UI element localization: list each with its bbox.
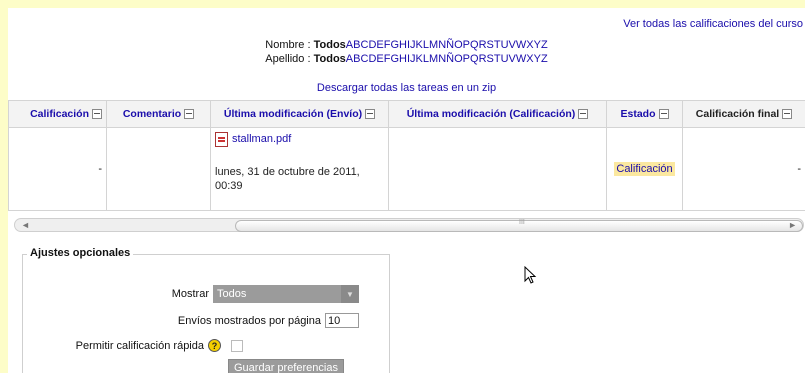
letter-filter-S[interactable]: S bbox=[487, 53, 494, 65]
last-name-label: Apellido : bbox=[265, 53, 311, 65]
column-header-comment[interactable]: Comentario bbox=[106, 100, 211, 128]
letter-filter-S[interactable]: S bbox=[487, 39, 494, 51]
collapse-icon[interactable] bbox=[365, 109, 376, 120]
mouse-cursor-icon bbox=[524, 266, 537, 284]
scrollbar-thumb[interactable]: III bbox=[235, 219, 803, 232]
column-header-status[interactable]: Estado bbox=[606, 100, 683, 128]
column-header-grade[interactable]: Calificación bbox=[8, 100, 107, 128]
pdf-file-icon bbox=[215, 131, 228, 147]
per-page-input[interactable]: 10 bbox=[325, 313, 359, 328]
submission-cell: stallman.pdf lunes, 31 de octubre de 201… bbox=[210, 127, 389, 211]
letter-filter-X[interactable]: X bbox=[526, 39, 533, 51]
letter-filter-N[interactable]: N bbox=[438, 53, 446, 65]
letter-filter-V[interactable]: V bbox=[509, 39, 516, 51]
download-row: Descargar todas las tareas en un zip bbox=[8, 82, 805, 94]
last-name-letters: ABCDEFGHIJKLMNÑOPQRSTUVWXYZ bbox=[346, 53, 548, 65]
first-name-all[interactable]: Todos bbox=[314, 39, 346, 51]
table-row: - stallman.pdf lunes, 31 de octubre de 2… bbox=[8, 127, 805, 211]
submission-date: lunes, 31 de octubre de 2011, 00:39 bbox=[215, 165, 360, 192]
file-entry: stallman.pdf bbox=[215, 131, 384, 147]
table-header-row: Calificación Comentario Última modificac… bbox=[8, 100, 805, 128]
status-cell: Calificación bbox=[606, 127, 683, 211]
letter-filter-Ñ[interactable]: Ñ bbox=[446, 39, 454, 51]
scroll-right-icon[interactable]: ► bbox=[788, 220, 797, 230]
download-all-link[interactable]: Descargar todas las tareas en un zip bbox=[317, 82, 496, 94]
show-label: Mostrar bbox=[171, 288, 209, 300]
letter-filter-H[interactable]: H bbox=[399, 39, 407, 51]
last-name-all[interactable]: Todos bbox=[314, 53, 346, 65]
letter-filter-E[interactable]: E bbox=[376, 53, 383, 65]
comment-cell bbox=[106, 127, 211, 211]
letter-filter-W[interactable]: W bbox=[516, 53, 526, 65]
letter-filter-O[interactable]: O bbox=[454, 39, 463, 51]
letter-filter-V[interactable]: V bbox=[509, 53, 516, 65]
collapse-icon[interactable] bbox=[578, 109, 589, 120]
optional-settings: Ajustes opcionales Mostrar Todos ▼ Envío… bbox=[22, 247, 390, 373]
letter-filter-P[interactable]: P bbox=[463, 39, 470, 51]
collapse-icon[interactable] bbox=[658, 109, 669, 120]
column-header-submission-modified[interactable]: Última modificación (Envío) bbox=[210, 100, 389, 128]
letter-filter-R[interactable]: R bbox=[479, 39, 487, 51]
letter-filter-N[interactable]: N bbox=[438, 39, 446, 51]
letter-filter-Q[interactable]: Q bbox=[470, 39, 479, 51]
letter-filter-Y[interactable]: Y bbox=[534, 39, 541, 51]
first-name-letters: ABCDEFGHIJKLMNÑOPQRSTUVWXYZ bbox=[346, 39, 548, 51]
optional-settings-legend: Ajustes opcionales bbox=[27, 247, 134, 259]
letter-filter-Z[interactable]: Z bbox=[541, 39, 548, 51]
final-grade-cell: - bbox=[682, 127, 805, 211]
letter-filter-T[interactable]: T bbox=[494, 53, 501, 65]
letter-filter-M[interactable]: M bbox=[429, 53, 438, 65]
letter-filter-X[interactable]: X bbox=[526, 53, 533, 65]
grip-icon: III bbox=[519, 219, 525, 226]
first-name-filter: Nombre : TodosABCDEFGHIJKLMNÑOPQRSTUVWXY… bbox=[8, 38, 805, 52]
per-page-row: Envíos mostrados por página 10 bbox=[178, 313, 359, 328]
letter-filter-K[interactable]: K bbox=[416, 53, 423, 65]
show-selected-value: Todos bbox=[217, 288, 247, 300]
column-header-final-grade: Calificación final bbox=[682, 100, 805, 128]
letter-filter-T[interactable]: T bbox=[494, 39, 501, 51]
chevron-down-icon: ▼ bbox=[341, 285, 359, 303]
assignment-panel: Ver todas las calificaciones del curso N… bbox=[8, 8, 805, 373]
letter-filter-Z[interactable]: Z bbox=[541, 53, 548, 65]
save-preferences-button[interactable]: Guardar preferencias bbox=[228, 359, 344, 373]
quick-grading-label: Permitir calificación rápida bbox=[75, 339, 204, 352]
letter-filter-R[interactable]: R bbox=[479, 53, 487, 65]
letter-filter-U[interactable]: U bbox=[501, 39, 509, 51]
show-select[interactable]: Todos ▼ bbox=[213, 285, 359, 303]
submissions-table: Calificación Comentario Última modificac… bbox=[8, 100, 805, 211]
show-filter-row: Mostrar Todos ▼ bbox=[172, 285, 359, 303]
view-all-grades-link[interactable]: Ver todas las calificaciones del curso bbox=[623, 18, 803, 30]
letter-filter-Y[interactable]: Y bbox=[534, 53, 541, 65]
quick-grading-checkbox[interactable] bbox=[231, 339, 243, 352]
letter-filter-Ñ[interactable]: Ñ bbox=[446, 53, 454, 65]
letter-filter-G[interactable]: G bbox=[390, 39, 399, 51]
letter-filter-E[interactable]: E bbox=[376, 39, 383, 51]
last-name-filter: Apellido : TodosABCDEFGHIJKLMNÑOPQRSTUVW… bbox=[8, 52, 805, 66]
per-page-label: Envíos mostrados por página bbox=[177, 314, 321, 327]
letter-filter-P[interactable]: P bbox=[463, 53, 470, 65]
collapse-icon[interactable] bbox=[184, 109, 195, 120]
quick-grading-row: Permitir calificación rápida ? bbox=[76, 339, 243, 352]
letter-filter-M[interactable]: M bbox=[429, 39, 438, 51]
letter-filter-W[interactable]: W bbox=[516, 39, 526, 51]
collapse-icon[interactable] bbox=[782, 109, 793, 120]
grade-modified-cell bbox=[388, 127, 607, 211]
first-name-label: Nombre : bbox=[265, 39, 311, 51]
letter-filter-U[interactable]: U bbox=[501, 53, 509, 65]
help-icon[interactable]: ? bbox=[208, 339, 221, 352]
scroll-left-icon[interactable]: ◄ bbox=[21, 220, 30, 230]
column-header-grade-modified[interactable]: Última modificación (Calificación) bbox=[388, 100, 607, 128]
grade-status-link[interactable]: Calificación bbox=[614, 162, 675, 176]
letter-filter-O[interactable]: O bbox=[454, 53, 463, 65]
collapse-icon[interactable] bbox=[92, 109, 102, 120]
letter-filter-H[interactable]: H bbox=[399, 53, 407, 65]
file-link[interactable]: stallman.pdf bbox=[232, 133, 291, 145]
letter-filter-K[interactable]: K bbox=[416, 39, 423, 51]
letter-filter-G[interactable]: G bbox=[390, 53, 399, 65]
grade-cell: - bbox=[8, 127, 107, 211]
letter-filter-Q[interactable]: Q bbox=[470, 53, 479, 65]
horizontal-scrollbar[interactable]: ◄ III ► bbox=[14, 218, 804, 232]
initials-filter: Nombre : TodosABCDEFGHIJKLMNÑOPQRSTUVWXY… bbox=[8, 38, 805, 66]
